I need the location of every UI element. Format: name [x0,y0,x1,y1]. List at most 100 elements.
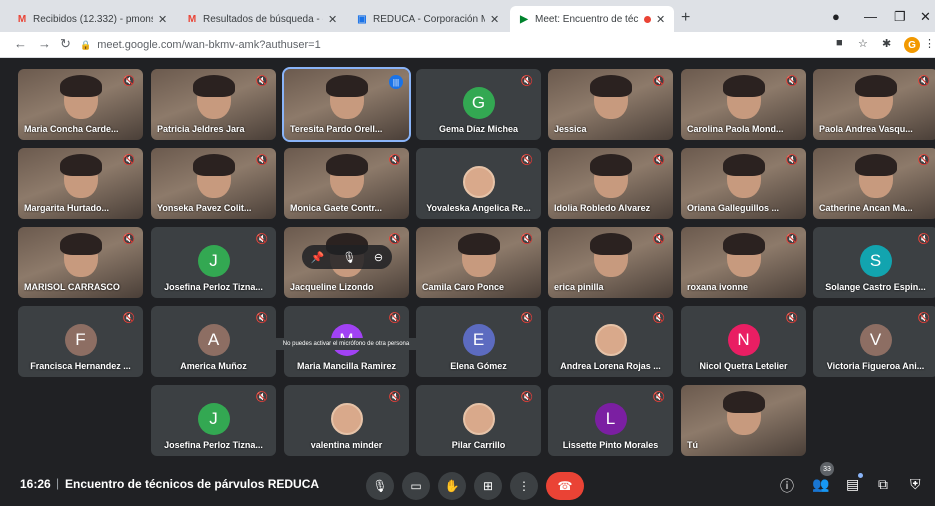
participant-tile[interactable]: 🔇 roxana ivonne [681,227,806,298]
participant-tile[interactable]: 🔇 Andrea Lorena Rojas ... [548,306,673,377]
participant-tile[interactable]: 🔇 Idolia Robledo Alvarez [548,148,673,219]
menu-icon[interactable]: ⋮ [924,37,935,50]
tab-strip: M Recibidos (12.332) - pmonsalve ✕ M Res… [0,0,935,32]
participant-tile[interactable]: 🔇 Paola Andrea Vasqu... [813,69,935,140]
reload-icon[interactable]: ↻ [60,36,71,52]
participant-tile[interactable]: 🔇 📌 🎙 ⊖ Jacqueline Lizondo [284,227,409,298]
tile-hover-controls[interactable]: 📌 🎙 ⊖ [302,245,392,269]
close-tab-icon[interactable]: ✕ [158,13,168,26]
new-tab-button[interactable]: + [681,9,690,27]
tab-title: Resultados de búsqueda - gmo [203,13,323,25]
bookmark-star-icon[interactable]: ☆ [858,37,868,50]
participant-name: America Muñoz [180,361,247,371]
participant-tile[interactable]: 🔇 Oriana Galleguillos ... [681,148,806,219]
participant-tile[interactable]: E 🔇 Elena Gómez [416,306,541,377]
meeting-time: 16:26 [20,477,51,491]
participant-tile[interactable]: 🔇 Pilar Carrillo [416,385,541,456]
mic-off-icon: 🔇 [122,155,135,166]
participant-tile[interactable]: 🔇 Patricia Jeldres Jara [151,69,276,140]
mic-off-icon: 🔇 [652,234,665,245]
participant-tile[interactable]: 🔇 Margarita Hurtado... [18,148,143,219]
host-controls-icon[interactable]: ⛨ [910,476,921,493]
participant-tile[interactable]: 🔇 Yovaleska Angelica Re... [416,148,541,219]
pin-icon[interactable]: 📌 [311,251,325,264]
more-options-button[interactable]: ⋮ [510,472,538,500]
url-text: meet.google.com/wan-bkmv-amk?authuser=1 [97,39,321,51]
participant-tile[interactable]: 🔇 Monica Gaete Contr... [284,148,409,219]
chat-icon[interactable]: ▤ [846,476,859,493]
participant-video [192,154,235,198]
participant-tile[interactable]: F 🔇 Francisca Hernandez ... [18,306,143,377]
participant-video [722,391,765,435]
participant-avatar: J [197,403,230,435]
participant-tile[interactable]: V 🔇 Victoria Figueroa Ani... [813,306,935,377]
tab-search-icon[interactable]: ● [832,9,840,24]
close-window-icon[interactable]: ✕ [920,9,931,25]
participant-tile[interactable]: 🔇 Jessica [548,69,673,140]
mic-off-icon: 🔇 [122,234,135,245]
participant-tile[interactable]: 🔇 Catherine Ancan Ma... [813,148,935,219]
end-call-button[interactable]: ☎ [546,472,584,500]
participant-tile[interactable]: 🔇 MARISOL CARRASCO [18,227,143,298]
participant-name: Idolia Robledo Alvarez [554,203,651,213]
tab-gmail-search[interactable]: M Resultados de búsqueda - gmo ✕ [178,6,346,32]
close-tab-icon[interactable]: ✕ [656,13,666,26]
participant-tile[interactable]: G 🔇 Gema Díaz Michea [416,69,541,140]
participant-tile[interactable]: 🔇 Camila Caro Ponce [416,227,541,298]
participant-tile[interactable]: 🔇 valentina minder [284,385,409,456]
mic-off-icon: 🔇 [785,155,798,166]
maximize-icon[interactable]: ❐ [894,9,906,25]
mute-icon[interactable]: 🎙 [342,251,356,264]
close-tab-icon[interactable]: ✕ [328,13,338,26]
close-tab-icon[interactable]: ✕ [490,13,500,26]
profile-avatar[interactable]: G [904,37,920,53]
participant-tile[interactable]: 🔇 Maria Concha Carde... [18,69,143,140]
activities-icon[interactable]: ⧉ [878,476,888,493]
participant-tile[interactable]: J 🔇 Josefina Perloz Tizna... [151,385,276,456]
participant-tile[interactable]: ||| Teresita Pardo Orell... [282,67,411,142]
gmail-icon: M [17,13,27,25]
tab-gmail-inbox[interactable]: M Recibidos (12.332) - pmonsalve ✕ [8,6,176,32]
participant-tile[interactable]: L 🔇 Lissette Pinto Morales [548,385,673,456]
mic-off-icon: 🔇 [255,392,268,403]
participant-video [59,154,102,198]
participant-tile[interactable]: 🔇 Yonseka Pavez Colit... [151,148,276,219]
camera-icon[interactable]: ■ [836,37,843,49]
raise-hand-button[interactable]: ✋ [438,472,466,500]
participant-name: Monica Gaete Contr... [290,203,383,213]
present-button[interactable]: ⊞ [474,472,502,500]
participant-tile[interactable]: 🔇 Carolina Paola Mond... [681,69,806,140]
participant-tile[interactable]: A 🔇 America Muñoz [151,306,276,377]
minimize-icon[interactable]: — [864,9,877,24]
participant-name: Jacqueline Lizondo [290,282,374,292]
mic-off-icon: 🔇 [917,76,930,87]
participant-tile[interactable]: N 🔇 Nicol Quetra Letelier [681,306,806,377]
participant-avatar: G [462,87,495,119]
participant-video [722,154,765,198]
microphone-button[interactable]: 🎙 [366,472,394,500]
hand-icon: ✋ [444,479,460,493]
participant-avatar: S [859,245,892,277]
tab-reduca[interactable]: ▣ REDUCA - Corporación Municip ✕ [348,6,508,32]
info-icon[interactable]: ⓘ [780,476,794,496]
participant-tile[interactable]: 🔇 erica pinilla [548,227,673,298]
address-bar[interactable]: 🔒 meet.google.com/wan-bkmv-amk?authuser=… [80,35,820,55]
participant-video [457,233,500,277]
back-icon[interactable]: ← [14,36,27,51]
camera-button[interactable]: ▭ [402,472,430,500]
tab-meet[interactable]: ▶ Meet: Encuentro de técnico ✕ [510,6,674,32]
participant-name: roxana ivonne [687,282,749,292]
people-icon[interactable]: 👥 [812,476,829,493]
extensions-icon[interactable]: ✱ [882,37,891,50]
participant-video [59,233,102,277]
forward-icon[interactable]: → [38,36,51,51]
mic-off-icon: 🔇 [785,234,798,245]
mic-off-icon: 🔇 [388,234,401,245]
remove-icon[interactable]: ⊖ [374,251,383,264]
participant-tile[interactable]: J 🔇 Josefina Perloz Tizna... [151,227,276,298]
participant-tile[interactable]: Tú [681,385,806,456]
participant-name: Carolina Paola Mond... [687,124,784,134]
participant-name: Yonseka Pavez Colit... [157,203,252,213]
participant-tile[interactable]: S 🔇 Solange Castro Espin... [813,227,935,298]
mic-off-icon: 🔇 [652,313,665,324]
